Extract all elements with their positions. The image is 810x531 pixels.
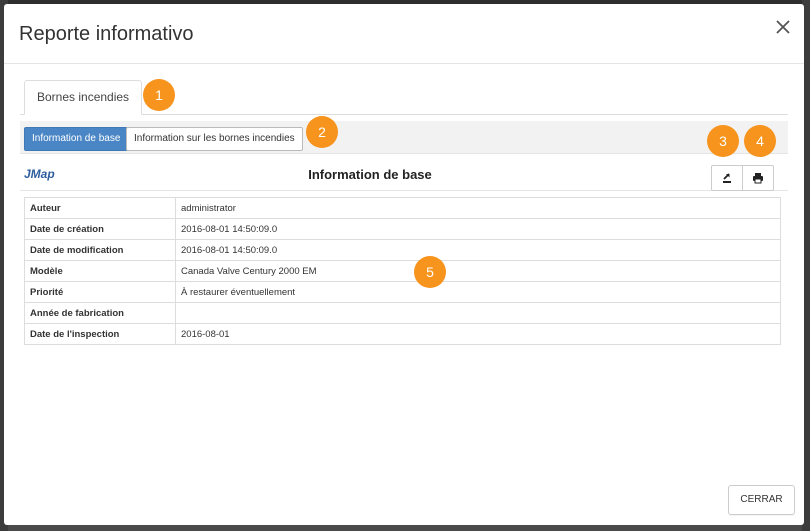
table-row: Date de l'inspection 2016-08-01 [24, 323, 781, 345]
export-button[interactable] [711, 165, 743, 191]
row-label: Date de l'inspection [24, 323, 176, 345]
print-icon [753, 173, 763, 184]
row-label: Date de création [24, 218, 176, 240]
row-label: Date de modification [24, 239, 176, 261]
callout-badge-1: 1 [143, 79, 175, 111]
close-icon[interactable] [776, 20, 790, 34]
callout-badge-5: 5 [414, 256, 446, 288]
table-row: Priorité À restaurer éventuellement [24, 281, 781, 303]
row-label: Année de fabrication [24, 302, 176, 324]
report-modal: Reporte informativo Bornes incendies 1 I… [4, 4, 804, 525]
table-row: Modèle Canada Valve Century 2000 EM [24, 260, 781, 282]
table-row: Date de modification 2016-08-01 14:50:09… [24, 239, 781, 261]
row-value: À restaurer éventuellement [175, 281, 781, 303]
close-footer-button[interactable]: CERRAR [728, 485, 795, 515]
report-title: Information de base [308, 167, 432, 182]
callout-badge-3: 3 [707, 125, 739, 157]
print-button[interactable] [742, 165, 774, 191]
row-value: 2016-08-01 [175, 323, 781, 345]
table-row: Auteur administrator [24, 197, 781, 219]
info-table: Auteur administrator Date de création 20… [24, 197, 781, 345]
row-label: Auteur [24, 197, 176, 219]
row-value: 2016-08-01 14:50:09.0 [175, 218, 781, 240]
row-value: 2016-08-01 14:50:09.0 [175, 239, 781, 261]
export-icon [723, 173, 731, 183]
header-divider [4, 63, 804, 64]
row-value: administrator [175, 197, 781, 219]
subtab-information-de-base[interactable]: Information de base [24, 127, 129, 151]
subtab-bar: Information de base Information sur les … [20, 121, 788, 154]
modal-title: Reporte informativo [19, 23, 194, 45]
tab-bar: Bornes incendies [20, 79, 788, 115]
callout-badge-4: 4 [744, 125, 776, 157]
close-button[interactable] [772, 16, 794, 38]
report-header: JMap Information de base [20, 158, 788, 191]
row-label: Priorité [24, 281, 176, 303]
table-row: Date de création 2016-08-01 14:50:09.0 [24, 218, 781, 240]
subtab-information-bornes[interactable]: Information sur les bornes incendies [126, 127, 303, 151]
table-row: Année de fabrication [24, 302, 781, 324]
row-value [175, 302, 781, 324]
row-label: Modèle [24, 260, 176, 282]
row-value: Canada Valve Century 2000 EM [175, 260, 781, 282]
callout-badge-2: 2 [306, 116, 338, 148]
tab-bornes-incendies[interactable]: Bornes incendies [24, 80, 143, 115]
